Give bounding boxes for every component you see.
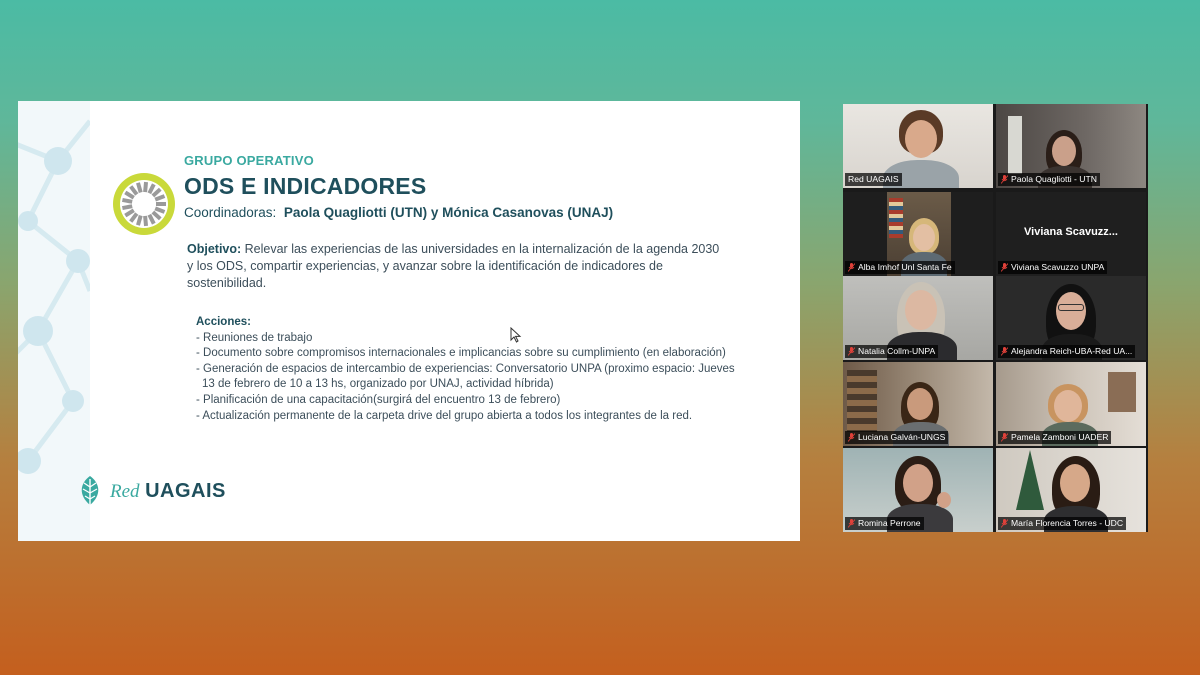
action-item: - Documento sobre compromisos internacio… bbox=[196, 347, 726, 360]
brand-prefix: Red bbox=[110, 480, 140, 502]
participant-name: Viviana Scavuzzo UNPA bbox=[1011, 262, 1105, 272]
participant-name: Luciana Galván-UNGS bbox=[858, 432, 946, 442]
sdg-wheel-icon bbox=[113, 173, 175, 235]
video-tile[interactable]: María Florencia Torres - UDC bbox=[996, 448, 1146, 532]
coordinators-names: Paola Quagliotti (UTN) y Mónica Casanova… bbox=[283, 205, 614, 220]
video-tile[interactable]: Alejandra Reich-UBA-Red UA... bbox=[996, 276, 1146, 360]
coordinators-label: Coordinadoras: bbox=[184, 205, 277, 220]
video-tile[interactable]: Pamela Zamboni UADER bbox=[996, 362, 1146, 446]
participant-name: Romina Perrone bbox=[858, 518, 921, 528]
participant-name: María Florencia Torres - UDC bbox=[1011, 518, 1124, 528]
video-tile[interactable]: Natalia Collm-UNPA bbox=[843, 276, 993, 360]
coordinators-line: Coordinadoras: Paola Quagliotti (UTN) y … bbox=[184, 205, 613, 220]
action-item: 13 de febrero de 10 a 13 hs, organizado … bbox=[202, 378, 554, 391]
participant-name-tag: Luciana Galván-UNGS bbox=[845, 431, 949, 444]
objective-label: Objetivo: bbox=[187, 242, 242, 256]
microphone-muted-icon bbox=[1001, 263, 1008, 272]
objective-block: Objetivo: Relevar las experiencias de la… bbox=[187, 241, 747, 292]
participant-name: Alba Imhof Unl Santa Fe bbox=[858, 262, 952, 272]
participant-name-tag: Alba Imhof Unl Santa Fe bbox=[845, 261, 955, 274]
actions-label: Acciones: bbox=[196, 316, 251, 328]
participant-name: Natalia Collm-UNPA bbox=[858, 346, 936, 356]
participant-name-tag: Pamela Zamboni UADER bbox=[998, 431, 1112, 444]
microphone-muted-icon bbox=[1001, 347, 1008, 356]
participant-name: Alejandra Reich-UBA-Red UA... bbox=[1011, 346, 1133, 356]
brand-name: UAGAIS bbox=[145, 479, 226, 502]
objective-line: sostenibilidad. bbox=[187, 276, 267, 290]
microphone-muted-icon bbox=[1001, 519, 1008, 528]
participant-name: Red UAGAIS bbox=[848, 174, 899, 184]
shared-slide: GRUPO OPERATIVO ODS E INDICADORES Coordi… bbox=[18, 101, 800, 541]
video-tile[interactable]: Romina Perrone bbox=[843, 448, 993, 532]
microphone-muted-icon bbox=[848, 519, 855, 528]
microphone-muted-icon bbox=[848, 433, 855, 442]
participant-name-tag: María Florencia Torres - UDC bbox=[998, 517, 1127, 530]
microphone-muted-icon bbox=[848, 347, 855, 356]
video-tile[interactable]: Alba Imhof Unl Santa Fe bbox=[843, 192, 993, 276]
mouse-pointer-icon bbox=[510, 327, 522, 343]
leaf-logo-icon bbox=[81, 476, 99, 505]
slide-subtitle: GRUPO OPERATIVO bbox=[184, 153, 314, 168]
microphone-muted-icon bbox=[1001, 175, 1008, 184]
action-item: - Actualización permanente de la carpeta… bbox=[196, 409, 693, 422]
participant-name-tag: Alejandra Reich-UBA-Red UA... bbox=[998, 345, 1136, 358]
video-tile[interactable]: Paola Quagliotti - UTN bbox=[996, 104, 1146, 188]
participant-name-tag: Romina Perrone bbox=[845, 517, 924, 530]
action-item: - Reuniones de trabajo bbox=[196, 331, 313, 344]
participant-name-tag: Natalia Collm-UNPA bbox=[845, 345, 939, 358]
actions-block: Acciones: - Reuniones de trabajo - Docum… bbox=[196, 315, 776, 424]
participant-display-name: Viviana Scavuzz... bbox=[1024, 226, 1118, 238]
action-item: - Planificación de una capacitación(surg… bbox=[196, 393, 561, 406]
red-uagais-logo: Red UAGAIS bbox=[78, 473, 226, 509]
slide-title: ODS E INDICADORES bbox=[184, 173, 427, 199]
participant-name: Paola Quagliotti - UTN bbox=[1011, 174, 1097, 184]
microphone-muted-icon bbox=[1001, 433, 1008, 442]
video-tile[interactable]: Red UAGAIS bbox=[843, 104, 993, 188]
participant-name-tag: Paola Quagliotti - UTN bbox=[998, 173, 1100, 186]
objective-line: y los ODS, compartir experiencias, y ava… bbox=[187, 259, 663, 273]
microphone-muted-icon bbox=[848, 263, 855, 272]
participant-name: Pamela Zamboni UADER bbox=[1011, 432, 1109, 442]
video-tile[interactable]: Viviana Scavuzz... Viviana Scavuzzo UNPA bbox=[996, 192, 1146, 276]
video-gallery: Red UAGAIS Paola Quagliotti - UTN Alba I… bbox=[843, 104, 1148, 532]
objective-line: Relevar las experiencias de las universi… bbox=[241, 242, 720, 256]
action-item: - Generación de espacios de intercambio … bbox=[196, 362, 735, 375]
participant-name-tag: Red UAGAIS bbox=[845, 173, 902, 186]
participant-name-tag: Viviana Scavuzzo UNPA bbox=[998, 261, 1108, 274]
video-tile[interactable]: Luciana Galván-UNGS bbox=[843, 362, 993, 446]
